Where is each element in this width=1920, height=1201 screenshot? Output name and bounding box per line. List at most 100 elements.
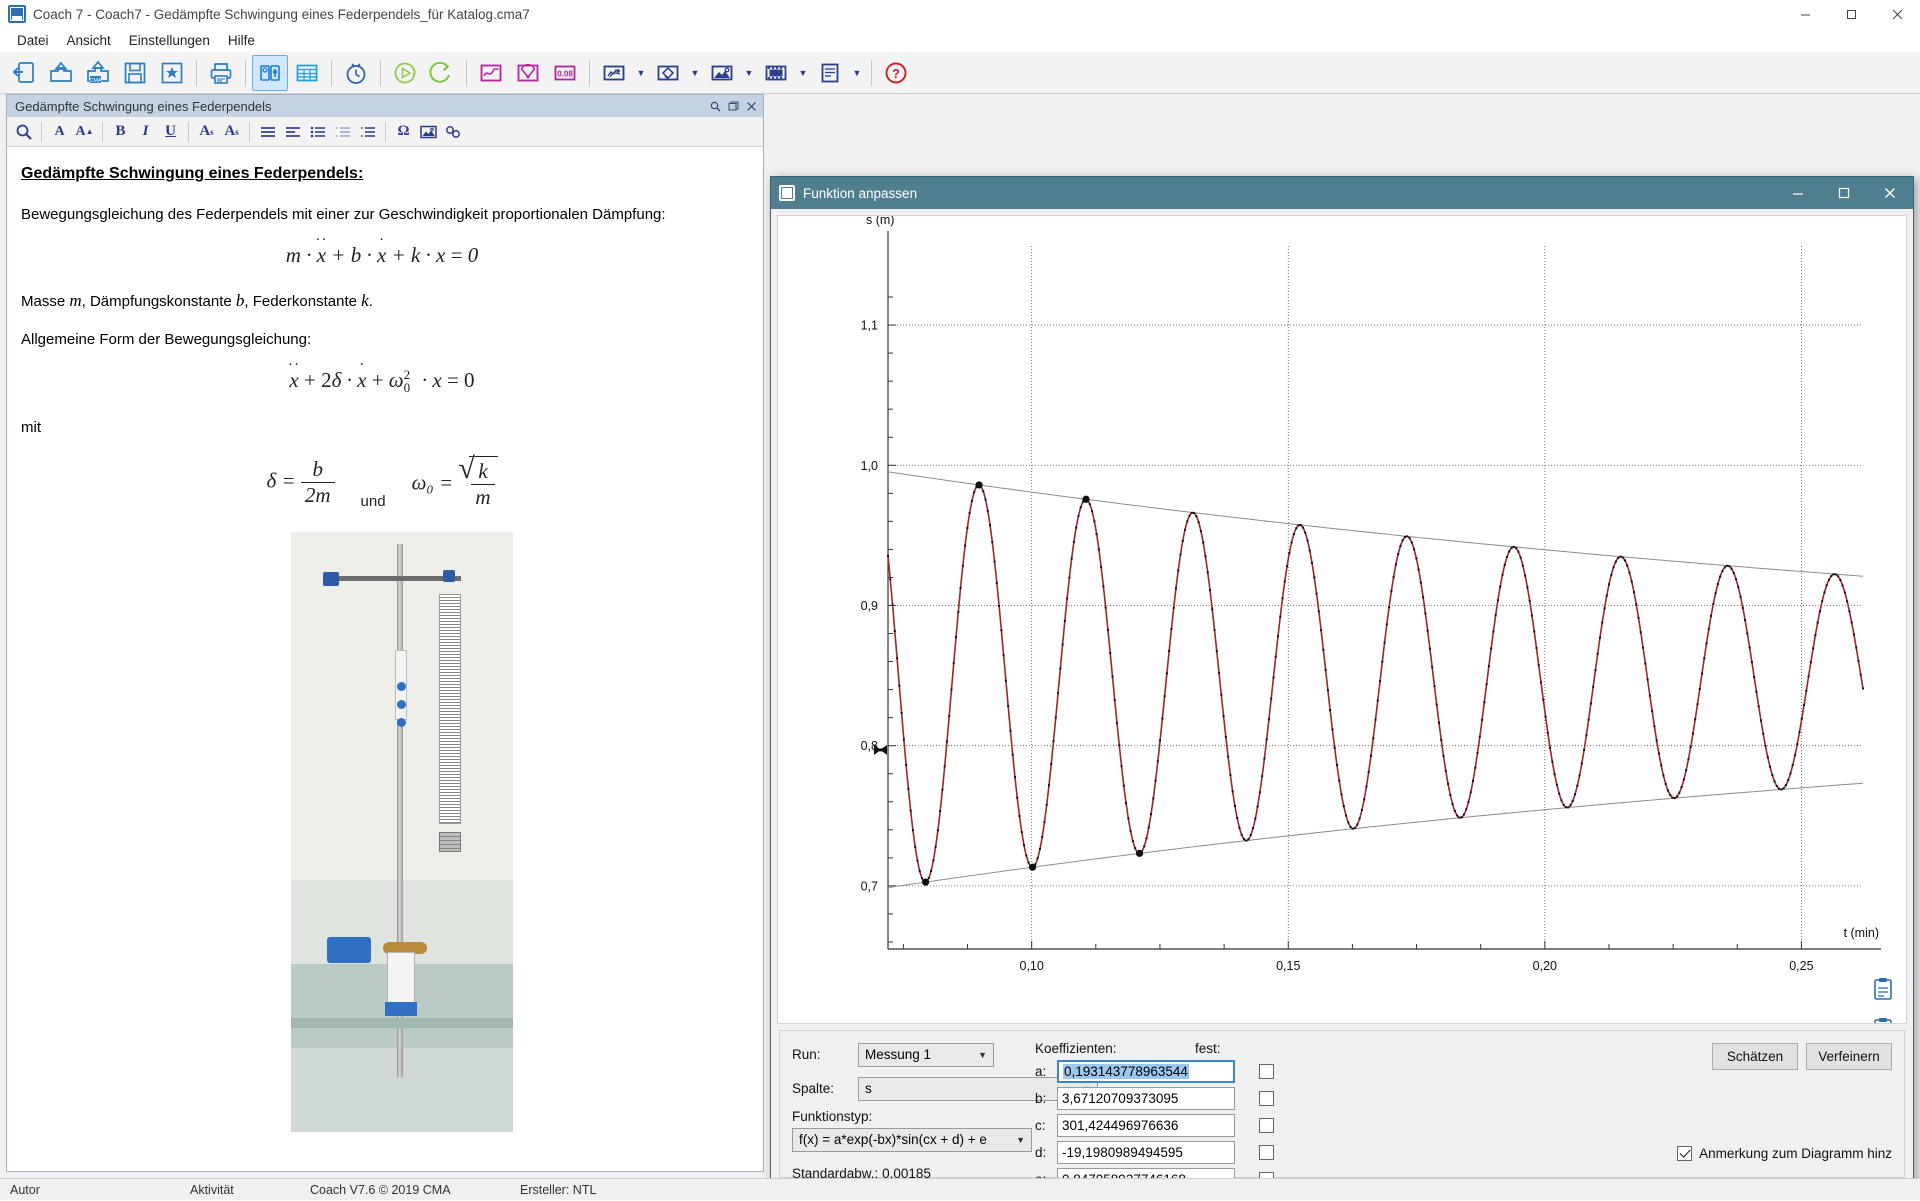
status-creator: Ersteller: NTL xyxy=(510,1179,606,1201)
print-icon[interactable] xyxy=(203,55,239,91)
restore-icon[interactable] xyxy=(726,99,741,114)
omega-symbol-icon[interactable]: Ω xyxy=(391,119,416,145)
graph-icon[interactable] xyxy=(473,55,509,91)
value-icon[interactable]: 0.08 xyxy=(547,55,583,91)
image-dropdown-caret-icon[interactable]: ▼ xyxy=(741,55,757,91)
annotation-checkbox[interactable] xyxy=(1677,1146,1692,1161)
column-select-value: s xyxy=(865,1081,872,1096)
new-icon[interactable] xyxy=(154,55,190,91)
coefficient-fixed-checkbox[interactable] xyxy=(1259,1064,1274,1079)
maximize-button[interactable] xyxy=(1828,0,1874,28)
svg-text:CMA: CMA xyxy=(90,77,102,83)
help-icon[interactable]: ? xyxy=(878,55,914,91)
symbol-m: m xyxy=(69,291,81,310)
text-federkonstante: , Federkonstante xyxy=(244,293,361,310)
toolbar-separator xyxy=(589,60,590,86)
zoom-icon[interactable] xyxy=(708,99,723,114)
coefficient-name: e: xyxy=(1035,1172,1049,1178)
font-size-smaller-icon[interactable]: A xyxy=(47,119,72,145)
indent-decrease-icon[interactable] xyxy=(330,119,355,145)
insert-link-icon[interactable] xyxy=(441,119,466,145)
svg-text:0,10: 0,10 xyxy=(1020,959,1044,973)
indent-increase-icon[interactable] xyxy=(355,119,380,145)
notes-icon[interactable] xyxy=(812,55,848,91)
close-icon[interactable] xyxy=(744,99,759,114)
underline-icon[interactable]: U xyxy=(158,119,183,145)
refine-button[interactable]: Verfeinern xyxy=(1806,1043,1892,1070)
fixed-label: fest: xyxy=(1195,1041,1221,1056)
toolbar-separator xyxy=(331,60,332,86)
status-version: Coach V7.6 © 2019 CMA xyxy=(300,1179,510,1201)
chevron-down-icon: ▼ xyxy=(1016,1135,1025,1145)
dialog-close-button[interactable] xyxy=(1867,177,1913,209)
symbol-k: k xyxy=(361,291,369,310)
dialog-title-bar: Funktion anpassen xyxy=(771,177,1913,209)
menu-item-hilfe[interactable]: Hilfe xyxy=(219,30,264,51)
functiontype-select[interactable]: f(x) = a*exp(-bx)*sin(cx + d) + e ▼ xyxy=(792,1128,1032,1152)
toolbar-separator xyxy=(385,122,386,142)
video-dropdown-caret-icon[interactable]: ▼ xyxy=(795,55,811,91)
document-content[interactable]: Gedämpfte Schwingung eines Federpendels:… xyxy=(7,147,763,1171)
dialog-minimize-button[interactable] xyxy=(1775,177,1821,209)
copy-data-icon[interactable] xyxy=(1870,976,1896,1002)
coefficient-input[interactable]: -19,1980989494595 xyxy=(1057,1141,1235,1164)
menu-item-einstellungen[interactable]: Einstellungen xyxy=(120,30,219,51)
subscript-icon[interactable]: As xyxy=(194,119,219,145)
model-dropdown-caret-icon[interactable]: ▼ xyxy=(633,55,649,91)
coefficient-input[interactable]: 301,424496976636 xyxy=(1057,1114,1235,1137)
open-cma-icon[interactable]: CMA xyxy=(80,55,116,91)
bullet-list-icon[interactable] xyxy=(305,119,330,145)
fit-settings-panel: Run: Messung 1 ▼ Spalte: s ▼ xyxy=(779,1030,1905,1178)
document-paragraph-3: Allgemeine Form der Bewegungsgleichung: xyxy=(21,330,743,350)
coefficient-input[interactable]: 3,67120709373095 xyxy=(1057,1087,1235,1110)
back-icon[interactable] xyxy=(6,55,42,91)
align-left-icon[interactable] xyxy=(280,119,305,145)
notes-dropdown-caret-icon[interactable]: ▼ xyxy=(849,55,865,91)
coefficient-fixed-checkbox[interactable] xyxy=(1259,1172,1274,1178)
sensor-icon[interactable] xyxy=(252,55,288,91)
toolbar-separator xyxy=(380,60,381,86)
coefficients-label: Koeffizienten: xyxy=(1035,1041,1195,1056)
dialog-maximize-button[interactable] xyxy=(1821,177,1867,209)
dialog-bottom-area: Run: Messung 1 ▼ Spalte: s ▼ xyxy=(771,1030,1913,1178)
fit-graph[interactable]: 0,70,80,91,01,10,100,150,200,25 s (m) t … xyxy=(777,215,1907,1024)
coefficient-fixed-checkbox[interactable] xyxy=(1259,1118,1274,1133)
superscript-icon[interactable]: As xyxy=(219,119,244,145)
insert-image-icon[interactable] xyxy=(416,119,441,145)
save-icon[interactable] xyxy=(117,55,153,91)
italic-icon[interactable]: I xyxy=(133,119,158,145)
zoom-icon[interactable] xyxy=(11,119,36,145)
close-button[interactable] xyxy=(1874,0,1920,28)
coefficient-input[interactable]: 0,193143778963544 xyxy=(1057,1060,1235,1083)
menu-item-datei[interactable]: Datei xyxy=(8,30,58,51)
graph-canvas[interactable]: 0,70,80,91,01,10,100,150,200,25 s (m) t … xyxy=(778,216,1907,1024)
open-activity-icon[interactable] xyxy=(43,55,79,91)
copy-graph-icon[interactable] xyxy=(1870,1016,1896,1024)
dialog-icon xyxy=(779,185,795,201)
coefficient-input[interactable]: 0,847058937746168 xyxy=(1057,1168,1235,1178)
coefficient-fixed-checkbox[interactable] xyxy=(1259,1145,1274,1160)
delta-label: δ = xyxy=(266,469,295,493)
coefficient-fixed-checkbox[interactable] xyxy=(1259,1091,1274,1106)
bold-icon[interactable]: B xyxy=(108,119,133,145)
minimize-button[interactable] xyxy=(1782,0,1828,28)
reset-icon[interactable] xyxy=(424,55,460,91)
run-select[interactable]: Messung 1 ▼ xyxy=(858,1043,994,1067)
text-editor-toolbar: A A▲ B I U As As xyxy=(7,117,763,147)
meter-icon[interactable] xyxy=(510,55,546,91)
align-justify-icon[interactable] xyxy=(255,119,280,145)
svg-text:1,1: 1,1 xyxy=(861,319,878,333)
play-icon[interactable] xyxy=(387,55,423,91)
timer-icon[interactable] xyxy=(338,55,374,91)
app-logo-icon xyxy=(8,5,26,23)
table-icon[interactable] xyxy=(289,55,325,91)
drawing-dropdown-caret-icon[interactable]: ▼ xyxy=(687,55,703,91)
estimate-button[interactable]: Schätzen xyxy=(1712,1043,1798,1070)
font-size-larger-icon[interactable]: A▲ xyxy=(72,119,97,145)
image-icon[interactable] xyxy=(704,55,740,91)
video-icon[interactable] xyxy=(758,55,794,91)
model-icon[interactable] xyxy=(596,55,632,91)
menu-item-ansicht[interactable]: Ansicht xyxy=(58,30,120,51)
drawing-icon[interactable] xyxy=(650,55,686,91)
window-title: Coach 7 - Coach7 - Gedämpfte Schwingung … xyxy=(33,7,530,22)
